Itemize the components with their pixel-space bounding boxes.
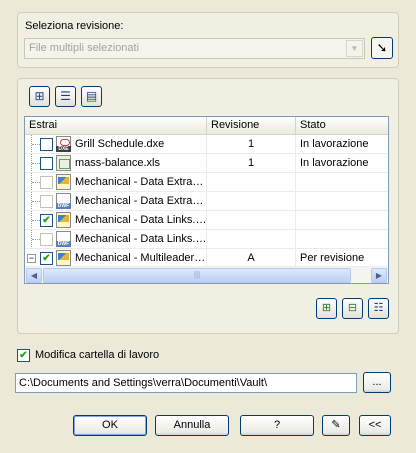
- hierarchy-view-icon: ▤: [85, 89, 98, 103]
- tree-view-icon: ⊞: [34, 89, 45, 103]
- hierarchy-view-button[interactable]: ▤: [81, 86, 102, 107]
- file-name: Mechanical - Data Links.…: [75, 233, 207, 245]
- state-cell: [296, 192, 388, 210]
- edit-note-icon: ✎: [331, 419, 341, 431]
- files-grid: Estrai Revisione Stato DXE Grill Schedul…: [24, 116, 389, 284]
- row-checkbox[interactable]: ✔: [40, 252, 53, 265]
- state-cell: [296, 211, 388, 229]
- select-revision-button[interactable]: ➘: [371, 37, 393, 59]
- column-header-extract[interactable]: Estrai: [25, 117, 207, 134]
- table-row[interactable]: DXE Grill Schedule.dxe 1 In lavorazione: [25, 135, 388, 154]
- ok-button[interactable]: OK: [73, 415, 147, 436]
- revision-cell: [207, 192, 296, 210]
- browse-button[interactable]: ...: [363, 372, 391, 393]
- chevron-down-icon[interactable]: ▼: [346, 40, 363, 57]
- tree-line: [31, 192, 40, 210]
- revision-cell: 1: [207, 154, 296, 172]
- tree-line: [31, 173, 40, 191]
- cancel-button[interactable]: Annulla: [155, 415, 229, 436]
- file-name: Mechanical - Data Extra…: [75, 195, 204, 207]
- row-checkbox[interactable]: [40, 157, 53, 170]
- details-list-icon: ☷: [373, 302, 384, 314]
- scroll-left-icon[interactable]: ◀: [26, 268, 42, 283]
- revision-cell: 1: [207, 135, 296, 153]
- collapse-tree-icon: ⊟: [347, 302, 358, 314]
- grid-header: Estrai Revisione Stato: [25, 117, 388, 135]
- state-cell: In lavorazione: [300, 157, 369, 169]
- revision-combo[interactable]: File multipli selezionati ▼: [24, 38, 365, 59]
- collapse-dialog-button[interactable]: <<: [359, 415, 391, 436]
- help-button[interactable]: ?: [240, 415, 314, 436]
- list-view-icon: ☰: [60, 89, 71, 103]
- revision-cell: [207, 211, 296, 229]
- row-checkbox[interactable]: ✔: [40, 214, 53, 227]
- expand-all-button[interactable]: ⊞: [316, 298, 337, 319]
- file-name: Mechanical - Multileader…: [75, 252, 206, 264]
- revision-cell: [207, 230, 296, 248]
- row-checkbox[interactable]: [40, 176, 53, 189]
- revision-cell: [207, 173, 296, 191]
- tree-view-button[interactable]: ⊞: [29, 86, 50, 107]
- column-header-state[interactable]: Stato: [296, 117, 388, 134]
- collapse-all-button[interactable]: ⊟: [342, 298, 363, 319]
- revision-cell: A: [207, 249, 296, 267]
- file-name: Grill Schedule.dxe: [75, 138, 165, 150]
- revision-combo-value: File multipli selezionati: [29, 42, 140, 54]
- table-row[interactable]: DWF Mechanical - Data Links.…: [25, 230, 388, 249]
- expand-tree-icon: ⊞: [321, 302, 332, 314]
- modify-folder-label: Modifica cartella di lavoro: [35, 349, 160, 361]
- row-checkbox[interactable]: [40, 138, 53, 151]
- scroll-thumb[interactable]: |||: [43, 268, 351, 283]
- column-header-revision[interactable]: Revisione: [207, 117, 296, 134]
- working-folder-field[interactable]: C:\Documents and Settings\verra\Document…: [15, 373, 357, 393]
- comment-button[interactable]: ✎: [322, 415, 350, 436]
- state-cell: [296, 173, 388, 191]
- row-checkbox[interactable]: [40, 233, 53, 246]
- table-row[interactable]: DWF Mechanical - Data Extra…: [25, 192, 388, 211]
- state-cell: [296, 230, 388, 248]
- tree-line: [31, 230, 40, 248]
- spreadsheet-file-icon: [56, 155, 71, 171]
- table-row[interactable]: mass-balance.xls 1 In lavorazione: [25, 154, 388, 173]
- dwf-file-icon: DWF: [56, 231, 71, 247]
- list-view-button[interactable]: ☰: [55, 86, 76, 107]
- drawing-file-icon: [56, 212, 71, 228]
- state-cell: Per revisione: [300, 252, 365, 264]
- drawing-file-icon: [56, 250, 71, 266]
- tree-line: [31, 135, 40, 153]
- dwf-file-icon: DWF: [56, 193, 71, 209]
- file-name: Mechanical - Data Links.…: [75, 214, 207, 226]
- modify-folder-checkbox[interactable]: ✔: [17, 349, 30, 362]
- scroll-right-icon[interactable]: ▶: [371, 268, 387, 283]
- tree-line: [31, 154, 40, 172]
- row-checkbox[interactable]: [40, 195, 53, 208]
- select-revision-label: Seleziona revisione:: [25, 20, 124, 32]
- drawing-file-icon: [56, 174, 71, 190]
- table-row[interactable]: Mechanical - Data Extra…: [25, 173, 388, 192]
- horizontal-scrollbar[interactable]: ◀ ||| ▶: [25, 266, 388, 283]
- cursor-select-icon: ➘: [376, 40, 388, 55]
- table-row[interactable]: ✔ Mechanical - Data Links.…: [25, 211, 388, 230]
- state-cell: In lavorazione: [300, 138, 369, 150]
- collapse-icon[interactable]: −: [27, 254, 36, 263]
- file-name: mass-balance.xls: [75, 157, 160, 169]
- dxe-file-icon: DXE: [56, 136, 71, 152]
- file-name: Mechanical - Data Extra…: [75, 176, 204, 188]
- tree-line: [31, 211, 40, 229]
- details-button[interactable]: ☷: [368, 298, 389, 319]
